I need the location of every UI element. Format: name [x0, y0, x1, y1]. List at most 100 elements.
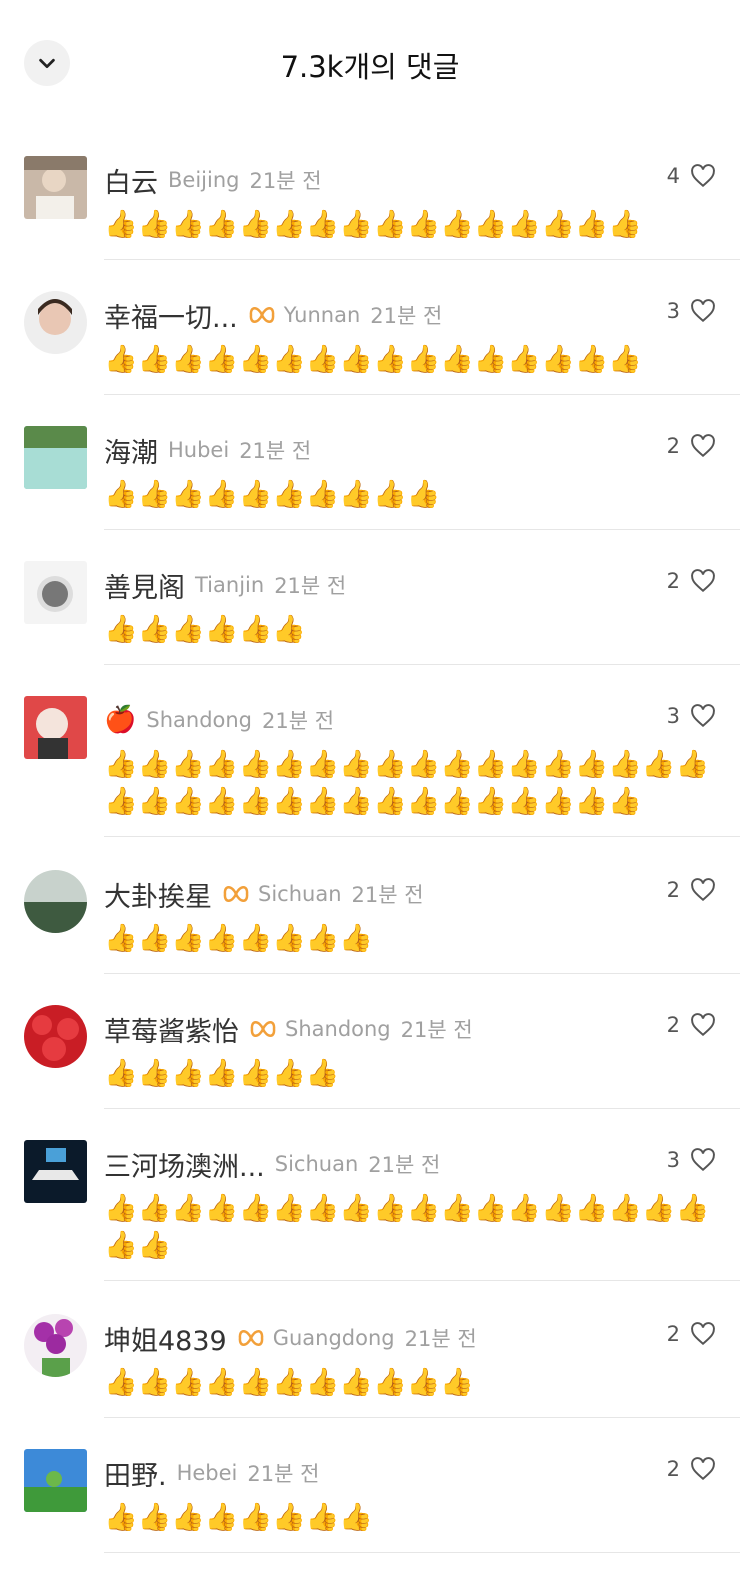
like-count: 3 [666, 1148, 680, 1172]
divider [104, 259, 740, 260]
timestamp: 21분 전 [351, 883, 424, 907]
comment-item: 海潮 Hubei 21분 전 2 👍👍👍👍👍👍👍👍👍👍 [0, 426, 740, 531]
heart-icon [691, 299, 715, 323]
heart-icon [691, 1457, 715, 1481]
comment-text: 👍👍👍👍👍👍👍 [104, 1058, 340, 1089]
bow-badge-icon [222, 883, 250, 905]
timestamp: 21분 전 [274, 574, 347, 598]
comment-text: 👍👍👍👍👍👍👍👍 [104, 923, 373, 954]
comment-text: 👍👍👍👍👍👍👍👍👍👍👍 [104, 1367, 474, 1398]
timestamp: 21분 전 [239, 439, 312, 463]
like-button[interactable]: 3 [667, 299, 716, 323]
comments-header: 7.3k개의 댓글 [0, 0, 740, 130]
timestamp: 21분 전 [247, 1462, 320, 1486]
avatar[interactable] [24, 696, 87, 759]
location: Beijing [168, 168, 240, 192]
comment-item: 善見阁 Tianjin 21분 전 2 👍👍👍👍👍👍 [0, 561, 740, 666]
comment-text: 👍👍👍👍👍👍👍👍 [104, 1502, 373, 1533]
divider [104, 973, 740, 974]
username[interactable]: 大卦挨星 [104, 875, 212, 914]
avatar[interactable] [24, 1449, 87, 1512]
comment-item: 三河场澳洲... Sichuan 21분 전 3 👍👍👍👍👍👍👍👍👍👍👍👍👍👍👍… [0, 1140, 740, 1282]
username[interactable]: 草莓酱紫怡 [104, 1010, 239, 1049]
timestamp: 21분 전 [404, 1327, 477, 1351]
like-count: 2 [666, 569, 680, 593]
username[interactable]: 善見阁 [104, 566, 185, 605]
timestamp: 21분 전 [249, 169, 322, 193]
divider [104, 394, 740, 395]
heart-icon [691, 569, 715, 593]
heart-icon [691, 434, 715, 458]
location: Sichuan [258, 882, 342, 906]
like-button[interactable]: 3 [667, 704, 716, 728]
avatar[interactable] [24, 426, 87, 489]
comment-text: 👍👍👍👍👍👍👍👍👍👍👍👍👍👍👍👍 [104, 209, 642, 240]
timestamp: 21분 전 [400, 1018, 473, 1042]
heart-icon [691, 1322, 715, 1346]
comment-text: 👍👍👍👍👍👍👍👍👍👍👍👍👍👍👍👍👍👍👍👍👍👍👍👍👍👍👍👍👍👍👍👍👍👍 [104, 749, 710, 817]
timestamp: 21분 전 [262, 709, 335, 733]
username[interactable]: 坤姐4839 [104, 1319, 227, 1358]
avatar[interactable] [24, 291, 87, 354]
like-button[interactable]: 4 [667, 164, 716, 188]
location: Yunnan [283, 303, 361, 327]
comment-text: 👍👍👍👍👍👍👍👍👍👍👍👍👍👍👍👍👍👍👍👍 [104, 1193, 710, 1261]
like-button[interactable]: 2 [667, 1322, 716, 1346]
comment-item: 🍎 Shandong 21분 전 3 👍👍👍👍👍👍👍👍👍👍👍👍👍👍👍👍👍👍👍👍👍… [0, 696, 740, 838]
like-count: 2 [666, 434, 680, 458]
like-button[interactable]: 2 [667, 1013, 716, 1037]
location: Hebei [176, 1461, 238, 1485]
timestamp: 21분 전 [368, 1153, 441, 1177]
location: Hubei [168, 438, 230, 462]
location: Shandong [285, 1017, 391, 1041]
like-count: 2 [666, 1457, 680, 1481]
avatar[interactable] [24, 1314, 87, 1377]
avatar[interactable] [24, 870, 87, 933]
avatar[interactable] [24, 156, 87, 219]
heart-icon [691, 704, 715, 728]
username[interactable]: 🍎 [104, 705, 136, 735]
like-button[interactable]: 2 [667, 434, 716, 458]
heart-icon [691, 878, 715, 902]
like-count: 3 [666, 299, 680, 323]
divider [104, 1417, 740, 1418]
username[interactable]: 白云 [104, 161, 158, 200]
comment-item: 大卦挨星 Sichuan 21분 전 2 👍👍👍👍👍👍👍👍 [0, 870, 740, 975]
username[interactable]: 三河场澳洲... [104, 1145, 265, 1184]
comment-text: 👍👍👍👍👍👍👍👍👍👍👍👍👍👍👍👍 [104, 344, 642, 375]
like-count: 3 [666, 704, 680, 728]
timestamp: 21분 전 [370, 304, 443, 328]
avatar[interactable] [24, 1005, 87, 1068]
location: Sichuan [274, 1152, 359, 1176]
location: Tianjin [195, 573, 265, 597]
divider [104, 836, 740, 837]
like-count: 2 [666, 1013, 680, 1037]
like-count: 4 [666, 164, 680, 188]
avatar[interactable] [24, 1140, 87, 1203]
avatar[interactable] [24, 561, 87, 624]
like-count: 2 [666, 878, 680, 902]
like-button[interactable]: 2 [667, 1457, 716, 1481]
username[interactable]: 田野. [104, 1454, 167, 1493]
bow-badge-icon [248, 304, 276, 326]
heart-icon [691, 1013, 715, 1037]
like-button[interactable]: 2 [667, 878, 716, 902]
comment-item: 田野. Hebei 21분 전 2 👍👍👍👍👍👍👍👍 [0, 1449, 740, 1554]
comment-text: 👍👍👍👍👍👍 [104, 614, 306, 645]
location: Guangdong [272, 1326, 395, 1350]
heart-icon [691, 1148, 715, 1172]
like-button[interactable]: 3 [667, 1148, 716, 1172]
like-button[interactable]: 2 [667, 569, 716, 593]
comment-item: 坤姐4839 Guangdong 21분 전 2 👍👍👍👍👍👍👍👍👍👍👍 [0, 1314, 740, 1419]
divider [104, 1108, 740, 1109]
comments-title: 7.3k개의 댓글 [280, 50, 460, 84]
divider [104, 664, 740, 665]
bow-badge-icon [249, 1018, 277, 1040]
username[interactable]: 幸福一切... [104, 296, 238, 335]
location: Shandong [146, 708, 253, 732]
divider [104, 1280, 740, 1281]
heart-icon [691, 164, 715, 188]
comment-item: 白云 Beijing 21분 전 4 👍👍👍👍👍👍👍👍👍👍👍👍👍👍👍👍 [0, 156, 740, 261]
username[interactable]: 海潮 [104, 431, 158, 470]
comment-item: 草莓酱紫怡 Shandong 21분 전 2 👍👍👍👍👍👍👍 [0, 1005, 740, 1110]
